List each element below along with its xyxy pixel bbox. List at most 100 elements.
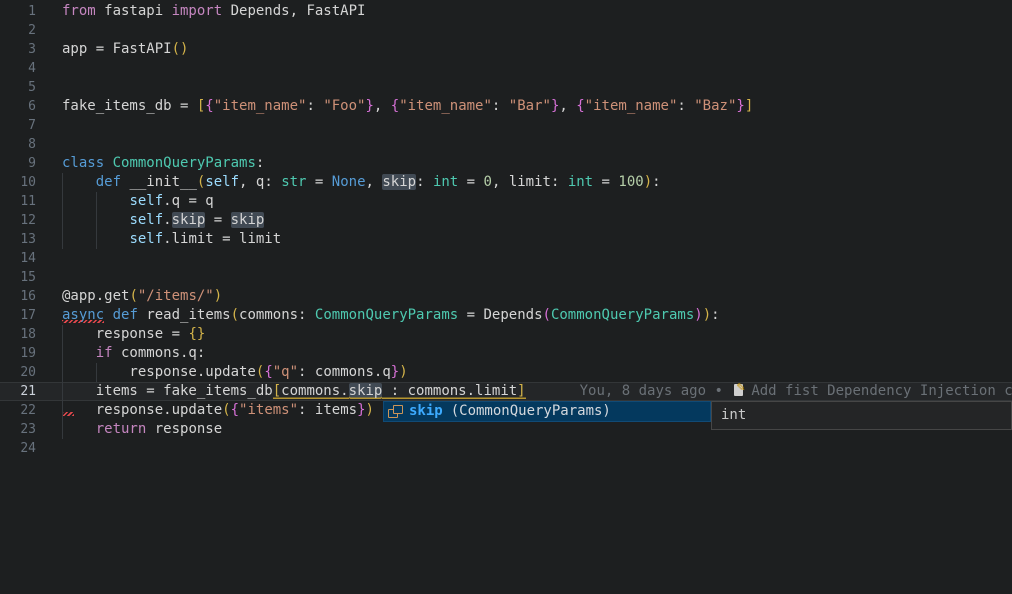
line-number[interactable]: 4 [0,59,36,78]
field-icon-front [393,405,403,414]
code-line[interactable]: 2 [0,21,1012,40]
code-token: ( [543,307,551,323]
line-number[interactable]: 22 [0,401,36,420]
code-line[interactable]: 10 def __init__(self, q: str = None, ski… [0,173,1012,192]
code-line[interactable]: 11 self.q = q [0,192,1012,211]
line-number[interactable]: 11 [0,192,36,211]
code-line[interactable]: 14 [0,249,1012,268]
code-token: async [62,307,104,323]
code-line[interactable]: 8 [0,135,1012,154]
code-token: CommonQueryParams [113,155,256,171]
code-token: app = FastAPI [62,41,172,57]
indent-guide [62,382,63,401]
code-token: , q: [239,174,281,190]
code-token: skip [349,383,383,399]
code-text: response.update({"q": commons.q}) [62,363,408,382]
code-line[interactable]: 18 response = {} [0,325,1012,344]
code-token: fastapi [96,3,172,19]
code-line[interactable]: 16@app.get("/items/") [0,287,1012,306]
code-token: : [652,174,660,190]
code-line[interactable]: 17async def read_items(commons: CommonQu… [0,306,1012,325]
code-token: = [306,174,331,190]
code-line-active[interactable]: 21 items = fake_items_db[commons.skip : … [0,382,1012,401]
code-line[interactable]: 7 [0,116,1012,135]
code-editor[interactable]: 1from fastapi import Depends, FastAPI23a… [0,0,1012,594]
code-token: skip [172,212,206,228]
code-token: class [62,155,104,171]
code-line[interactable]: 9 class CommonQueryParams: [0,154,1012,173]
line-number[interactable]: 16 [0,287,36,306]
line-number[interactable]: 24 [0,439,36,458]
line-number[interactable]: 14 [0,249,36,268]
blame-commit-message: Add fist Dependency Injection c [751,383,1012,399]
code-text: class CommonQueryParams: [62,154,264,173]
code-line[interactable]: 3 app = FastAPI() [0,40,1012,59]
code-token: None [332,174,366,190]
line-number[interactable]: 23 [0,420,36,439]
code-token: { [576,98,584,114]
autocomplete-popup[interactable]: skip (CommonQueryParams) [383,401,711,422]
indent-guide [62,420,63,439]
code-token: 0 [484,174,492,190]
line-number[interactable]: 2 [0,21,36,40]
code-token: "Foo" [323,98,365,114]
line-number[interactable]: 20 [0,363,36,382]
line-number[interactable]: 17 [0,306,36,325]
code-token: if [96,345,113,361]
code-token: def [96,174,121,190]
line-number[interactable]: 18 [0,325,36,344]
code-token: ) [180,41,188,57]
line-number[interactable]: 8 [0,135,36,154]
code-token: : [677,98,694,114]
line-number[interactable]: 12 [0,211,36,230]
code-line[interactable]: 20 response.update({"q": commons.q}) [0,363,1012,382]
code-line[interactable]: 12 self.skip = skip [0,211,1012,230]
code-line[interactable]: 1from fastapi import Depends, FastAPI [0,2,1012,21]
code-token: ] [745,98,753,114]
code-token: fake_items_db = [62,98,197,114]
code-text: app = FastAPI() [62,40,188,59]
code-token: items = fake_items_db [62,383,273,399]
error-squiggle-mark [63,412,74,416]
line-number[interactable]: 6 [0,97,36,116]
code-line[interactable]: 5 [0,78,1012,97]
line-number[interactable]: 3 [0,40,36,59]
code-line[interactable]: 6fake_items_db = [{"item_name": "Foo"}, … [0,97,1012,116]
code-token: = [458,174,483,190]
code-token [62,421,96,437]
code-token: { [205,98,213,114]
code-token: CommonQueryParams [551,307,694,323]
autocomplete-item-label[interactable]: skip [409,402,443,421]
code-token: self [129,212,163,228]
code-token: return [96,421,147,437]
line-number[interactable]: 1 [0,2,36,21]
code-token: response.update [62,402,222,418]
code-line[interactable]: 24 [0,439,1012,458]
code-text: def __init__(self, q: str = None, skip: … [62,173,661,192]
code-token: response [146,421,222,437]
code-token: = [458,307,483,323]
code-token: import [172,3,223,19]
code-token: __init__ [121,174,197,190]
line-number[interactable]: 13 [0,230,36,249]
code-line[interactable]: 13 self.limit = limit [0,230,1012,249]
code-token: : commons.limit [382,383,517,399]
line-number[interactable]: 9 [0,154,36,173]
code-token: : [492,98,509,114]
line-number[interactable]: 10 [0,173,36,192]
code-text: return response [62,420,222,439]
code-token: int [568,174,593,190]
line-number[interactable]: 15 [0,268,36,287]
line-number[interactable]: 21 [0,382,36,401]
line-number[interactable]: 7 [0,116,36,135]
code-line[interactable]: 15 [0,268,1012,287]
code-token: read_items [138,307,231,323]
line-number[interactable]: 19 [0,344,36,363]
code-token: Depends, FastAPI [222,3,365,19]
indent-guide [62,325,63,344]
code-line[interactable]: 4 [0,59,1012,78]
indent-guide [62,173,63,192]
code-token: Depends [484,307,543,323]
line-number[interactable]: 5 [0,78,36,97]
code-line[interactable]: 19 if commons.q: [0,344,1012,363]
